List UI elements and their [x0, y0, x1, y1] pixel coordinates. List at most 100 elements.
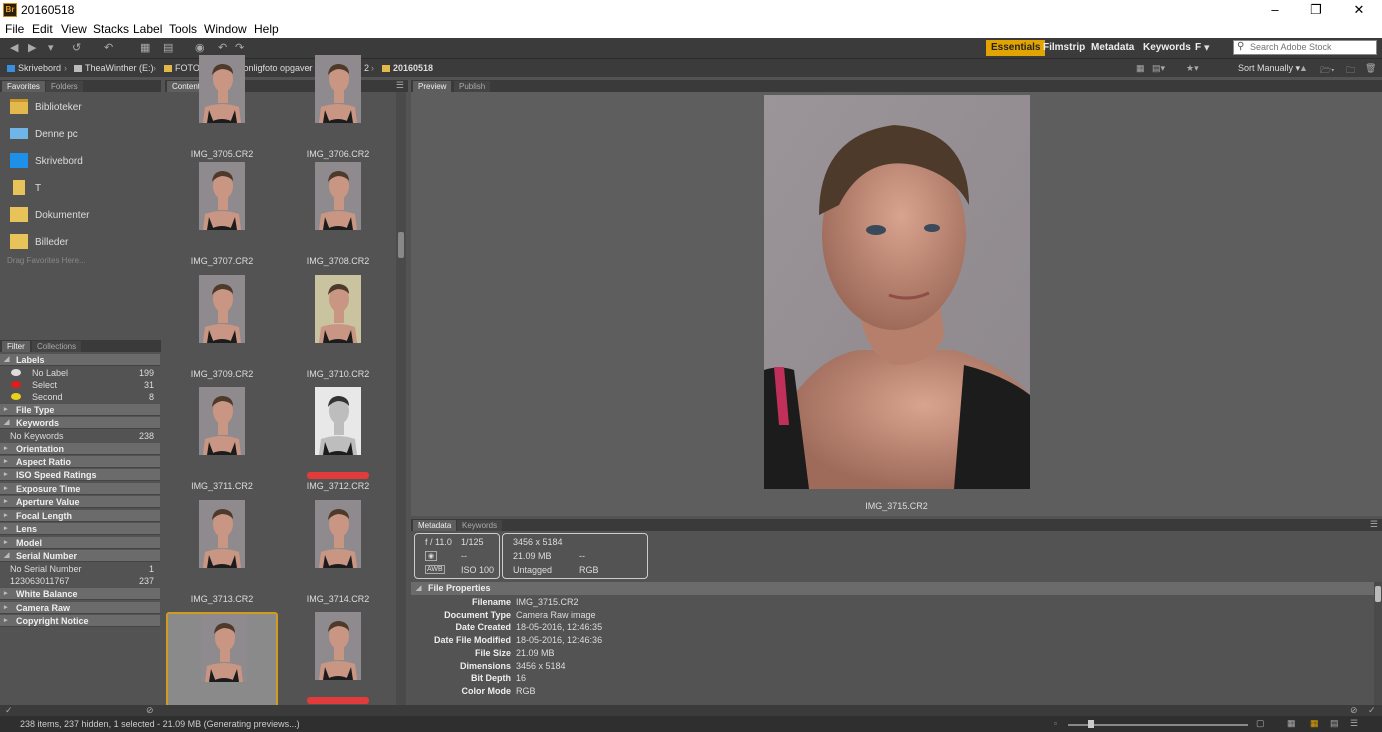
scrollbar-thumb[interactable]	[398, 232, 404, 258]
thumbnail-view-icon[interactable]: ▦	[1136, 63, 1145, 74]
menu-file[interactable]: File	[5, 22, 24, 36]
thumbnail-item[interactable]: IMG_3706.CR2	[282, 55, 394, 163]
search-box[interactable]: ⚲	[1233, 40, 1377, 55]
thumbnail-item[interactable]: IMG_3710.CR2	[282, 275, 394, 383]
scrollbar-thumb[interactable]	[1375, 586, 1381, 602]
zoom-in-icon[interactable]: ▢	[1256, 718, 1265, 729]
thumbnail-item[interactable]: IMG_3716.CR2	[282, 612, 394, 720]
grid-lock-icon[interactable]: ▦	[1287, 718, 1296, 729]
new-folder-icon[interactable]: 🗀	[1346, 63, 1355, 79]
thumbnail-item[interactable]: IMG_3711.CR2	[166, 387, 278, 495]
filter-wb-header[interactable]: ▸ White Balance	[0, 588, 160, 600]
rotate-left-icon[interactable]: ↶	[218, 40, 227, 56]
thumbnail-item[interactable]: IMG_3709.CR2	[166, 275, 278, 383]
history-dropdown-icon[interactable]: ▾	[48, 40, 54, 56]
filter-label-row[interactable]: Select 31	[0, 379, 160, 391]
tab-folders[interactable]: Folders	[46, 81, 83, 92]
tab-publish[interactable]: Publish	[454, 81, 491, 92]
filter-labels-header[interactable]: ◢ Labels	[0, 354, 160, 366]
reveal-recent-icon[interactable]: ↶	[104, 40, 113, 56]
pin-icon[interactable]: ✓	[5, 705, 13, 716]
filter-focal-header[interactable]: ▸ Focal Length	[0, 510, 160, 522]
filter-serial-row[interactable]: No Serial Number 1	[0, 563, 160, 575]
workspace-metadata[interactable]: Metadata	[1086, 40, 1139, 56]
breadcrumb-item[interactable]: Skrivebord	[7, 63, 61, 73]
menu-window[interactable]: Window	[204, 22, 247, 36]
thumbnail-item[interactable]: IMG_3707.CR2	[166, 162, 278, 270]
thumbnail-item[interactable]: IMG_3712.CR2	[282, 387, 394, 495]
filter-label-row[interactable]: No Label 199	[0, 367, 160, 379]
thumbnail-size-slider[interactable]	[1068, 720, 1248, 728]
filter-serial-row[interactable]: 123063011767 237	[0, 575, 160, 587]
panel-menu-icon[interactable]: ☰	[396, 80, 404, 91]
get-photos-icon[interactable]: ▦	[140, 40, 150, 56]
tab-metadata[interactable]: Metadata	[413, 520, 457, 531]
slider-handle[interactable]	[1088, 720, 1094, 728]
tab-filter[interactable]: Filter	[2, 341, 30, 352]
filter-file-type-header[interactable]: ▸ File Type	[0, 404, 160, 416]
open-camera-raw-icon[interactable]: ◉	[195, 40, 205, 56]
breadcrumb-item[interactable]: TheaWinther (E:)	[74, 63, 154, 73]
filter-copyright-header[interactable]: ▸ Copyright Notice	[0, 615, 160, 627]
menu-help[interactable]: Help	[254, 22, 279, 36]
search-input[interactable]	[1250, 42, 1374, 52]
tab-preview[interactable]: Preview	[413, 81, 452, 92]
restore-icon[interactable]: ❐	[1294, 0, 1338, 21]
menu-view[interactable]: View	[61, 22, 87, 36]
tab-keywords[interactable]: Keywords	[457, 520, 503, 531]
delete-icon[interactable]: 🗑	[1365, 63, 1376, 74]
preview-photo[interactable]	[764, 95, 1030, 489]
thumbnail-item[interactable]: IMG_3708.CR2	[282, 162, 394, 270]
filter-camraw-header[interactable]: ▸ Camera Raw	[0, 602, 160, 614]
thumbnail-item[interactable]: IMG_3713.CR2	[166, 500, 278, 608]
tab-favorites[interactable]: Favorites	[2, 81, 45, 92]
menu-tools[interactable]: Tools	[169, 22, 197, 36]
filter-aspect-header[interactable]: ▸ Aspect Ratio	[0, 456, 160, 468]
go-parent-icon[interactable]: ↺	[72, 40, 81, 56]
menu-edit[interactable]: Edit	[32, 22, 53, 36]
favorite-item-dokumenter[interactable]: Dokumenter	[8, 205, 158, 227]
list-view-icon[interactable]: ▤▾	[1152, 63, 1165, 74]
view-thumbnails-icon[interactable]: ▦	[1310, 718, 1319, 729]
clear-icon[interactable]: ⊘	[1350, 705, 1358, 716]
rating-filter-icon[interactable]: ★▾	[1186, 63, 1199, 74]
menu-stacks[interactable]: Stacks	[93, 22, 129, 36]
sort-dropdown[interactable]: Sort Manually ▾	[1238, 63, 1300, 74]
back-arrow-icon[interactable]: ◀	[10, 40, 18, 56]
menu-label[interactable]: Label	[133, 22, 162, 36]
filter-keywords-header[interactable]: ◢ Keywords	[0, 417, 160, 429]
thumbnail-item[interactable]: IMG_3705.CR2	[166, 55, 278, 163]
thumbnail-item[interactable]: IMG_3714.CR2	[282, 500, 394, 608]
favorite-item-skrivebord[interactable]: Skrivebord	[8, 151, 158, 173]
minimize-icon[interactable]: –	[1253, 0, 1297, 21]
apply-icon[interactable]: ✓	[1368, 705, 1376, 716]
filter-exposure-header[interactable]: ▸ Exposure Time	[0, 483, 160, 495]
view-details-icon[interactable]: ▤	[1330, 718, 1339, 729]
zoom-out-icon[interactable]: ▫	[1054, 719, 1057, 728]
filter-iso-header[interactable]: ▸ ISO Speed Ratings	[0, 469, 160, 481]
workspace-keywords[interactable]: Keywords	[1138, 40, 1196, 56]
close-icon[interactable]: ✕	[1337, 0, 1381, 21]
refine-icon[interactable]: ▤	[163, 40, 173, 56]
favorite-item-billeder[interactable]: Billeder	[8, 232, 158, 254]
filter-lens-header[interactable]: ▸ Lens	[0, 523, 160, 535]
favorite-item-biblioteker[interactable]: Biblioteker	[8, 97, 158, 119]
filter-serial-header[interactable]: ◢ Serial Number	[0, 550, 160, 562]
favorite-item-t[interactable]: T	[8, 178, 158, 200]
sort-ascending-icon[interactable]: ▲	[1299, 63, 1308, 73]
panel-menu-icon[interactable]: ☰	[1370, 519, 1378, 530]
rotate-right-icon[interactable]: ↷	[235, 40, 244, 56]
filter-keyword-row[interactable]: No Keywords 238	[0, 430, 160, 442]
filter-orientation-header[interactable]: ▸ Orientation	[0, 443, 160, 455]
filter-model-header[interactable]: ▸ Model	[0, 537, 160, 549]
metadata-scrollbar[interactable]	[1374, 582, 1382, 705]
filter-label-row[interactable]: Second 8	[0, 391, 160, 403]
workspace-essentials[interactable]: Essentials	[986, 40, 1046, 56]
content-scrollbar[interactable]	[396, 92, 406, 707]
thumbnail-item[interactable]: IMG_3715.CR2	[166, 612, 278, 720]
workspace-filmstrip[interactable]: Filmstrip	[1038, 40, 1090, 56]
open-recent-icon[interactable]: 🗁▾	[1320, 63, 1335, 79]
favorite-item-denne-pc[interactable]: Denne pc	[8, 124, 158, 146]
view-list-icon[interactable]: ☰	[1350, 718, 1358, 729]
filter-aperture-header[interactable]: ▸ Aperture Value	[0, 496, 160, 508]
